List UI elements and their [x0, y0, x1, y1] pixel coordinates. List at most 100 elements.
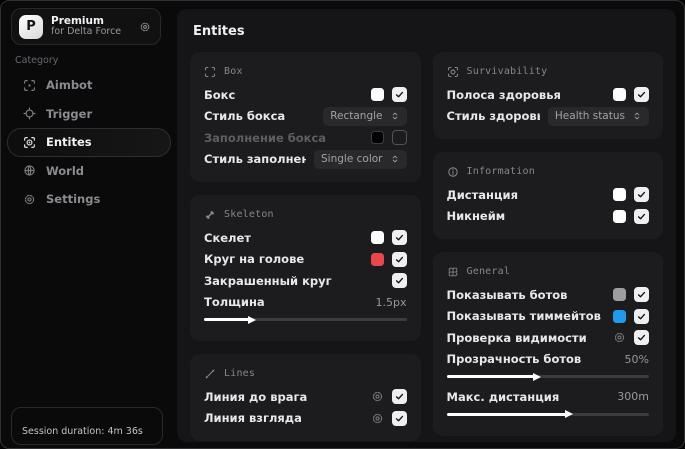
section-title: Skeleton: [224, 209, 274, 220]
checkbox[interactable]: [391, 410, 407, 426]
sidebar: P Premium for Delta Force Category Aimbo…: [1, 1, 177, 448]
checkbox[interactable]: [634, 187, 649, 203]
checkbox[interactable]: [391, 130, 407, 146]
setting-label: Стиль бокса: [204, 109, 286, 124]
app-window: P Premium for Delta Force Category Aimbo…: [0, 0, 685, 449]
setting-label: Толщина: [204, 295, 265, 310]
color-swatch[interactable]: [613, 288, 626, 302]
session-duration: Session duration: 4m 36s: [22, 426, 143, 437]
toggle-row: Никнейм: [446, 206, 649, 228]
section-title: Survivability: [466, 66, 548, 77]
row-controls: [613, 330, 649, 346]
row-controls: [613, 287, 649, 303]
row-controls: [613, 208, 649, 224]
toggle-row: Бокс: [204, 84, 407, 106]
section-header: Survivability: [447, 61, 650, 82]
color-swatch[interactable]: [370, 131, 384, 145]
checkbox[interactable]: [391, 389, 407, 405]
section-card: Lines Линия до врага Линия взгляда: [190, 354, 421, 441]
dropdown-value: Rectangle: [330, 110, 383, 123]
color-swatch[interactable]: [370, 231, 384, 245]
setting-label: Стиль здоровья: [446, 109, 540, 124]
checkbox[interactable]: [634, 208, 649, 224]
color-swatch[interactable]: [370, 88, 384, 102]
card-column: Survivability Полоса здоровья Стиль здоров…: [432, 52, 663, 436]
section-header: General: [447, 261, 650, 282]
toggle-row: Дистанция: [446, 184, 649, 206]
dropdown[interactable]: Health status: [547, 106, 649, 126]
row-controls: [613, 308, 649, 324]
slider-label-row: Макс. дистанция 300m: [447, 386, 650, 408]
checkbox[interactable]: [634, 308, 649, 324]
slider-thumb[interactable]: [247, 315, 256, 324]
brand-logo: P: [19, 14, 43, 39]
slider-thumb[interactable]: [565, 410, 573, 418]
setting-label: Никнейм: [446, 209, 506, 224]
row-controls: [370, 130, 407, 146]
setting-label: Круг на голове: [204, 252, 305, 267]
slider-label-row: Прозрачность ботов 50%: [447, 349, 650, 371]
slider[interactable]: [446, 410, 649, 418]
checkbox[interactable]: [634, 87, 649, 103]
slider-thumb[interactable]: [532, 372, 541, 381]
toggle-row: Проверка видимости: [447, 327, 649, 349]
row-controls: [391, 273, 407, 289]
section-card: General Показывать ботов Показывать тиммей…: [432, 252, 663, 436]
section-card: Information Дистанция Никнейм: [432, 152, 663, 239]
color-swatch[interactable]: [613, 309, 626, 323]
checkbox[interactable]: [634, 287, 649, 303]
dropdown[interactable]: Rectangle: [323, 106, 407, 126]
slider-value: 300m: [617, 390, 649, 404]
general-icon: [447, 266, 459, 278]
category-label: Category: [15, 55, 59, 66]
select-row: Стиль здоровья Health status: [446, 106, 649, 128]
checkbox[interactable]: [391, 273, 407, 289]
color-swatch[interactable]: [613, 209, 626, 223]
sidebar-item-trigger[interactable]: Trigger: [7, 100, 171, 129]
brand-card[interactable]: P Premium for Delta Force: [11, 8, 161, 45]
entities-icon: [23, 136, 36, 149]
row-controls: [371, 410, 407, 426]
toggle-row: Показывать тиммейтов: [447, 306, 649, 328]
checkbox[interactable]: [391, 230, 407, 246]
checkbox[interactable]: [391, 87, 407, 103]
toggle-row: Закрашенный круг: [204, 270, 407, 292]
checkbox[interactable]: [634, 330, 649, 346]
color-swatch[interactable]: [613, 88, 626, 102]
cards-area: Box Бокс Стиль бокса Rectangle Заполнение бо…: [190, 52, 663, 441]
dropdown-value: Single color: [321, 153, 383, 166]
select-row: Стиль бокса Rectangle: [204, 106, 407, 128]
setting-label: Показывать ботов: [446, 287, 568, 302]
gear-icon[interactable]: [371, 390, 384, 403]
sidebar-item-world[interactable]: World: [7, 157, 171, 186]
setting-label: Линия до врага: [204, 389, 308, 404]
setting-label: Дистанция: [446, 187, 518, 202]
select-row: Стиль заполнения Single color: [204, 149, 407, 171]
color-swatch[interactable]: [613, 188, 626, 202]
sidebar-item-entites[interactable]: Entites: [7, 128, 171, 157]
sidebar-item-label: Settings: [46, 192, 101, 207]
section-title: Lines: [224, 368, 256, 379]
gear-icon[interactable]: [139, 21, 151, 33]
toggle-row: Полоса здоровья: [447, 84, 649, 106]
color-swatch[interactable]: [370, 252, 384, 266]
sidebar-item-label: Trigger: [46, 106, 93, 121]
dropdown-value: Health status: [554, 110, 625, 123]
dropdown[interactable]: Single color: [314, 149, 407, 169]
gear-icon[interactable]: [371, 412, 384, 425]
sidebar-item-aimbot[interactable]: Aimbot: [7, 71, 171, 100]
slider[interactable]: [446, 372, 649, 381]
setting-label: Бокс: [204, 87, 236, 102]
sidebar-nav: Aimbot Trigger Entites World Settings: [1, 71, 177, 214]
slider-value: 1.5px: [375, 295, 407, 309]
slider[interactable]: [204, 315, 407, 324]
lines-icon: [204, 368, 216, 380]
setting-label: Линия взгляда: [204, 411, 302, 426]
sidebar-item-settings[interactable]: Settings: [7, 185, 171, 214]
unfold-icon: [390, 154, 400, 164]
toggle-row: Линия взгляда: [204, 408, 407, 430]
checkbox[interactable]: [391, 251, 407, 267]
section-title: Box: [224, 66, 243, 77]
row-controls: [613, 87, 649, 103]
gear-icon[interactable]: [613, 331, 626, 344]
